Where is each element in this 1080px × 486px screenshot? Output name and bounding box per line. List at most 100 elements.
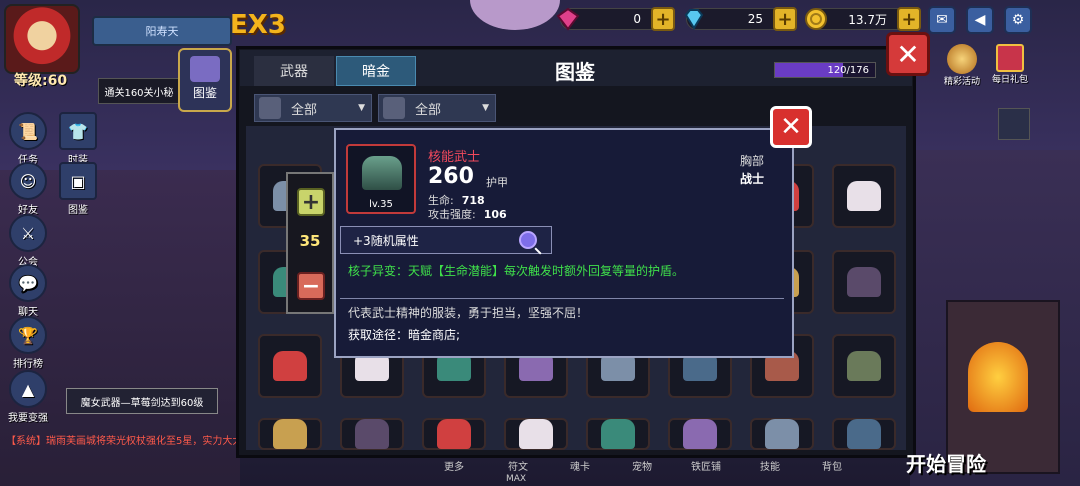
collection-item-cell[interactable] xyxy=(832,334,896,398)
collection-item-cell[interactable] xyxy=(258,334,322,398)
filter-class[interactable]: 全部 ▼ xyxy=(378,94,496,122)
cat-mask-icon xyxy=(383,97,405,119)
collection-item-cell[interactable] xyxy=(750,418,814,450)
add-ruby-button[interactable]: + xyxy=(651,7,675,31)
tab-dark-gold[interactable]: 暗金 xyxy=(336,56,416,86)
equipment-sprite-icon xyxy=(437,419,471,449)
guild-icon: ⚔ xyxy=(9,214,47,252)
background-moon xyxy=(470,0,560,30)
equipment-sprite-icon xyxy=(519,419,553,449)
activity-button[interactable]: 精彩活动 xyxy=(940,44,984,87)
vip-badge[interactable]: EX3 xyxy=(230,10,286,40)
chat-icon: 💬 xyxy=(9,264,47,302)
player-level: 等级:60 xyxy=(14,73,68,89)
magnifier-icon xyxy=(519,231,537,249)
random-attributes-button[interactable]: +3随机属性 xyxy=(340,226,552,254)
diamond-count: 25 xyxy=(747,12,763,26)
add-diamond-button[interactable]: + xyxy=(773,7,797,31)
item-slot: 胸部 xyxy=(740,154,765,168)
item-icon: lv.35 xyxy=(346,144,416,214)
resource-ruby: 0 + xyxy=(556,7,675,31)
player-avatar[interactable] xyxy=(4,4,80,74)
trophy-icon: 🏆 xyxy=(9,316,47,354)
nav-skills[interactable]: 技能 xyxy=(752,458,788,474)
collection-progress: 120/176 xyxy=(774,62,876,78)
close-popup-button[interactable]: ✕ xyxy=(770,106,812,148)
collection-item-cell[interactable] xyxy=(832,164,896,228)
level-stepper-value: 35 xyxy=(299,232,321,250)
collection-item-cell[interactable] xyxy=(258,418,322,450)
mail-icon[interactable]: ✉ xyxy=(928,6,956,34)
item-level: lv.35 xyxy=(369,199,393,210)
nav-blacksmith[interactable]: 铁匠铺 xyxy=(686,458,726,474)
gold-coin-icon xyxy=(803,6,829,32)
decrease-level-button[interactable]: − xyxy=(297,272,325,300)
power-up-icon: ▲ xyxy=(9,370,47,408)
collection-item-cell[interactable] xyxy=(832,418,896,450)
fashion-icon: 👕 xyxy=(59,112,97,150)
collection-item-cell[interactable] xyxy=(504,418,568,450)
collection-item-cell[interactable] xyxy=(422,418,486,450)
equipment-sprite-icon xyxy=(683,419,717,449)
start-adventure-button[interactable]: 开始冒险 xyxy=(906,448,986,477)
stat-attack-label: 攻击强度: xyxy=(428,208,476,221)
pet-icon[interactable] xyxy=(998,108,1030,140)
level-stepper: + 35 − xyxy=(286,172,334,314)
random-attributes-label: +3随机属性 xyxy=(353,233,419,248)
chevron-down-icon: ▼ xyxy=(482,103,489,113)
nav-backpack[interactable]: 背包 xyxy=(814,458,850,474)
activity-icon xyxy=(947,44,977,74)
color-grid-icon xyxy=(259,97,281,119)
collection-item-cell[interactable] xyxy=(586,418,650,450)
menu-get-stronger[interactable]: ▲ 我要变强 xyxy=(4,370,52,424)
nav-pets[interactable]: 宠物 xyxy=(624,458,660,474)
item-armor-label: 护甲 xyxy=(486,176,508,189)
collection-count: 120/176 xyxy=(827,64,869,76)
gift-box-icon xyxy=(996,44,1024,72)
equipment-sprite-icon xyxy=(847,181,881,211)
nav-runes[interactable]: 符文 xyxy=(500,458,536,474)
collection-item-cell[interactable] xyxy=(832,250,896,314)
equipment-sprite-icon xyxy=(765,419,799,449)
stage-pass-tip[interactable]: 通关160关小秘 xyxy=(98,78,180,104)
menu-get-stronger-label: 我要变强 xyxy=(8,413,48,424)
menu-fashion[interactable]: 👕 时装 xyxy=(58,112,98,166)
collection-button[interactable]: 图鉴 xyxy=(178,48,232,112)
settings-gear-icon[interactable]: ⚙ xyxy=(1004,6,1032,34)
equipment-sprite-icon xyxy=(847,419,881,449)
menu-friends[interactable]: ☺ 好友 xyxy=(4,162,52,216)
nav-soul-cards[interactable]: 魂卡 xyxy=(562,458,598,474)
filter-quality[interactable]: 全部 ▼ xyxy=(254,94,372,122)
announcement-icon[interactable]: ◀ xyxy=(966,6,994,34)
core-mutation-text: 核子异变：天赋【生命潜能】每次触发时额外回复等量的护盾。 xyxy=(348,264,685,278)
resource-gold: 13.7万 + xyxy=(805,7,921,31)
menu-ranking[interactable]: 🏆 排行榜 xyxy=(4,316,52,370)
gold-count: 13.7万 xyxy=(848,12,887,27)
menu-collection-label: 图鉴 xyxy=(68,205,88,216)
menu-task[interactable]: 📜 任务 xyxy=(4,112,52,166)
tab-weapons[interactable]: 武器 xyxy=(254,56,334,86)
close-panel-button[interactable]: ✕ xyxy=(886,32,930,76)
menu-collection[interactable]: ▣ 图鉴 xyxy=(58,162,98,216)
menu-chat[interactable]: 💬 聊天 xyxy=(4,264,52,318)
collection-small-icon: ▣ xyxy=(59,162,97,200)
ruby-gem-icon xyxy=(555,6,581,32)
item-source: 获取途径：暗金商店; xyxy=(348,328,461,342)
player-name[interactable]: 阳寿天 xyxy=(92,16,232,46)
add-gold-button[interactable]: + xyxy=(897,7,921,31)
item-stat-attack: 攻击强度: 106 xyxy=(428,206,507,222)
chevron-down-icon: ▼ xyxy=(358,103,365,113)
filter-quality-label: 全部 xyxy=(291,102,318,118)
filter-class-label: 全部 xyxy=(415,102,442,118)
equipment-sprite-icon xyxy=(601,419,635,449)
item-class: 战士 xyxy=(740,172,765,186)
weapon-tip: 魔女武器—草莓剑达到60级 xyxy=(66,388,218,414)
equipment-sprite-icon xyxy=(355,419,389,449)
menu-guild[interactable]: ⚔ 公会 xyxy=(4,214,52,268)
nav-more[interactable]: 更多 xyxy=(436,458,472,474)
daily-gift-button[interactable]: 每日礼包 xyxy=(988,44,1032,85)
increase-level-button[interactable]: + xyxy=(297,188,325,216)
collection-item-cell[interactable] xyxy=(340,418,404,450)
collection-item-cell[interactable] xyxy=(668,418,732,450)
diamond-icon xyxy=(681,6,707,32)
